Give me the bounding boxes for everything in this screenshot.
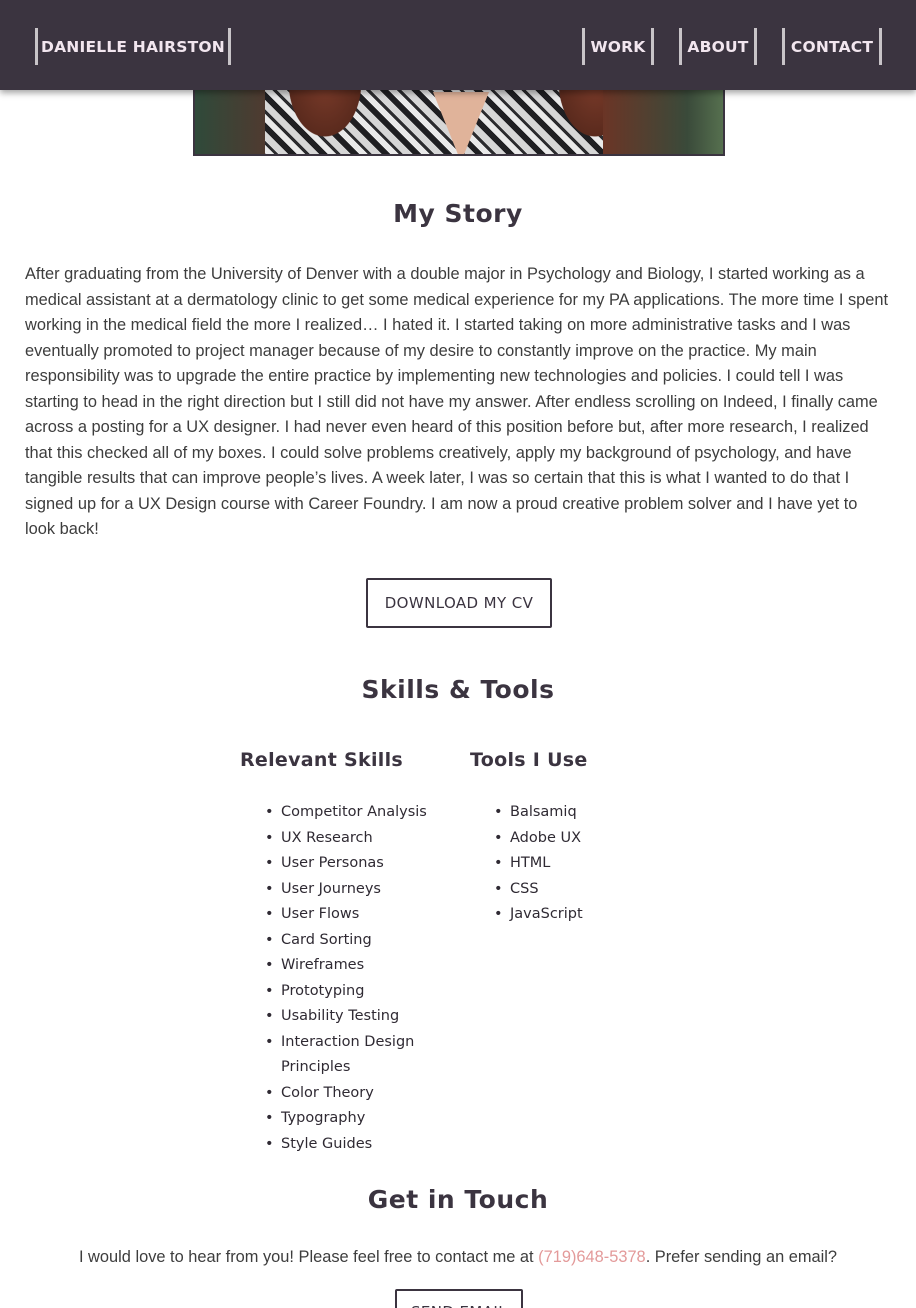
phone-link[interactable]: (719)648-5378 — [538, 1248, 646, 1266]
contact-paragraph: I would love to hear from you! Please fe… — [0, 1248, 916, 1267]
list-item: Competitor Analysis — [265, 800, 441, 826]
list-item: Card Sorting — [265, 928, 441, 954]
site-header: DANIELLE HAIRSTON WORK ABOUT CONTACT — [0, 0, 916, 90]
list-item: Style Guides — [265, 1132, 441, 1158]
list-item: JavaScript — [494, 902, 650, 928]
brand-logo-link[interactable]: DANIELLE HAIRSTON — [35, 28, 231, 65]
list-item: Wireframes — [265, 953, 441, 979]
story-title: My Story — [393, 199, 523, 228]
skills-list: Competitor Analysis UX Research User Per… — [265, 800, 441, 1158]
contact-title: Get in Touch — [367, 1185, 549, 1214]
list-item: Balsamiq — [494, 800, 650, 826]
list-item: Adobe UX — [494, 826, 650, 852]
list-item: Color Theory — [265, 1081, 441, 1107]
list-item: User Personas — [265, 851, 441, 877]
contact-text-before: I would love to hear from you! Please fe… — [78, 1248, 539, 1266]
list-item: CSS — [494, 877, 650, 903]
list-item: Typography — [265, 1106, 441, 1132]
contact-text-after: . Prefer sending an email? — [645, 1248, 838, 1266]
download-cv-button[interactable]: DOWNLOAD MY CV — [366, 578, 552, 628]
send-email-button[interactable]: SEND EMAIL — [395, 1289, 523, 1308]
list-item: User Journeys — [265, 877, 441, 903]
photo-detail — [433, 92, 489, 154]
tools-heading: Tools I Use — [470, 749, 588, 771]
skills-tools-title: Skills & Tools — [361, 675, 555, 704]
list-item: Prototyping — [265, 979, 441, 1005]
tools-list: Balsamiq Adobe UX HTML CSS JavaScript — [494, 800, 650, 928]
list-item: Usability Testing — [265, 1004, 441, 1030]
nav-work-link[interactable]: WORK — [582, 28, 654, 65]
story-paragraph: After graduating from the University of … — [25, 265, 889, 538]
list-item: HTML — [494, 851, 650, 877]
nav-contact-link[interactable]: CONTACT — [782, 28, 882, 65]
list-item: Interaction Design Principles — [265, 1030, 441, 1081]
list-item: UX Research — [265, 826, 441, 852]
skills-heading: Relevant Skills — [240, 749, 404, 771]
list-item: User Flows — [265, 902, 441, 928]
nav-about-link[interactable]: ABOUT — [679, 28, 757, 65]
